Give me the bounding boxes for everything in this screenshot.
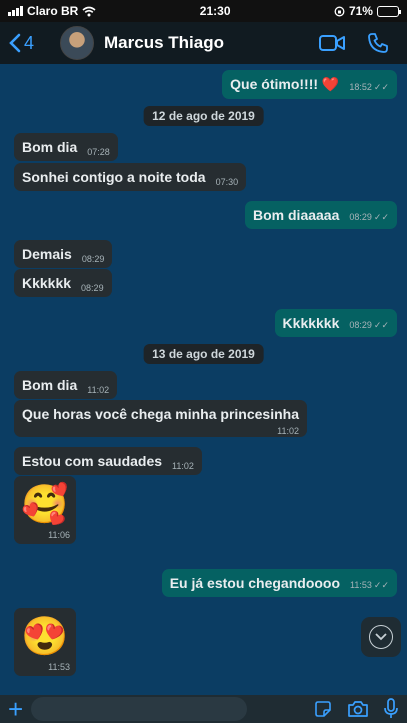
message-bubble-incoming[interactable]: Demais 08:29 bbox=[14, 240, 113, 268]
message-bubble-incoming[interactable]: Estou com saudades 11:02 bbox=[14, 447, 202, 475]
header-actions bbox=[319, 32, 389, 54]
plus-icon[interactable]: + bbox=[8, 696, 23, 722]
status-bar: Claro BR 21:30 71% bbox=[0, 0, 407, 22]
message-input-wrap bbox=[31, 697, 339, 721]
emoji-heart-eyes: 😍 bbox=[21, 616, 69, 658]
message-bubble-incoming[interactable]: Kkkkkk 08:29 bbox=[14, 269, 112, 297]
clock: 21:30 bbox=[199, 4, 231, 18]
signal-icon bbox=[8, 6, 23, 16]
message-text: Sonhei contigo a noite toda bbox=[22, 169, 206, 185]
message-time: 07:28 bbox=[87, 147, 110, 157]
unread-count: 4 bbox=[24, 32, 35, 53]
message-time: 08:29 bbox=[81, 283, 104, 293]
microphone-icon[interactable] bbox=[383, 698, 399, 720]
message-time: 18:52 bbox=[349, 82, 372, 92]
message-text: Que horas você chega minha princesinha bbox=[22, 406, 299, 422]
message-time: 08:29 bbox=[349, 320, 372, 330]
message-time: 08:29 bbox=[349, 212, 372, 222]
back-button[interactable]: 4 bbox=[8, 33, 34, 54]
phone-call-icon[interactable] bbox=[367, 32, 389, 54]
message-time: 11:53 bbox=[48, 662, 70, 672]
status-right: 71% bbox=[334, 4, 401, 18]
composer-bar: + bbox=[0, 695, 407, 723]
carrier-label: Claro BR bbox=[27, 4, 79, 18]
status-left: Claro BR bbox=[8, 4, 96, 18]
message-text: Bom diaaaaa bbox=[253, 207, 340, 223]
sticker-icon[interactable] bbox=[315, 701, 331, 717]
message-bubble-incoming[interactable]: Bom dia 07:28 bbox=[14, 133, 118, 161]
message-text: Bom dia bbox=[22, 377, 78, 393]
message-text: Bom dia bbox=[22, 139, 78, 155]
chevron-down-icon bbox=[369, 625, 393, 649]
message-time: 11:53 bbox=[350, 580, 372, 590]
read-receipt-icon: ✓✓ bbox=[373, 82, 389, 92]
message-bubble-incoming[interactable]: 🥰 11:06 bbox=[14, 476, 76, 544]
message-bubble-outgoing[interactable]: Bom diaaaaa 08:29 ✓✓ bbox=[245, 201, 397, 229]
video-call-icon[interactable] bbox=[319, 34, 345, 52]
message-time: 11:02 bbox=[172, 461, 194, 471]
message-time: 11:06 bbox=[48, 530, 70, 540]
date-separator: 12 de ago de 2019 bbox=[143, 106, 264, 126]
message-bubble-incoming[interactable]: Sonhei contigo a noite toda 07:30 bbox=[14, 163, 247, 191]
message-text: Kkkkkkk bbox=[282, 315, 340, 331]
message-bubble-incoming[interactable]: 😍 11:53 bbox=[14, 608, 76, 676]
message-bubble-incoming[interactable]: Bom dia 11:02 bbox=[14, 371, 118, 399]
emoji-smiling-hearts: 🥰 bbox=[21, 484, 69, 526]
wifi-icon bbox=[82, 6, 96, 16]
message-text: Que ótimo!!!! ❤️ bbox=[230, 76, 340, 92]
message-time: 08:29 bbox=[81, 254, 105, 264]
message-bubble-outgoing[interactable]: Kkkkkkk 08:29 ✓✓ bbox=[274, 309, 397, 337]
message-text: Estou com saudades bbox=[22, 453, 163, 469]
read-receipt-icon: ✓✓ bbox=[373, 580, 389, 590]
chevron-left-icon bbox=[9, 33, 21, 53]
message-text: Demais bbox=[22, 246, 72, 262]
message-bubble-incoming[interactable]: Que horas você chega minha princesinha 1… bbox=[14, 400, 307, 437]
message-bubble-outgoing[interactable]: Eu já estou chegandoooo 11:53 ✓✓ bbox=[161, 569, 397, 597]
battery-icon bbox=[376, 5, 401, 17]
message-text: Eu já estou chegandoooo bbox=[169, 575, 341, 591]
message-time: 11:02 bbox=[87, 385, 110, 395]
chat-area[interactable]: Que ótimo!!!! ❤️ 18:52 ✓✓ 12 de ago de 20… bbox=[0, 64, 407, 695]
date-separator: 13 de ago de 2019 bbox=[143, 344, 264, 364]
message-time: 11:02 bbox=[277, 426, 299, 436]
battery-percent: 71% bbox=[348, 4, 373, 18]
avatar[interactable] bbox=[60, 26, 95, 60]
message-input[interactable] bbox=[31, 697, 248, 721]
orientation-lock-icon bbox=[334, 6, 345, 16]
contact-name[interactable]: Marcus Thiago bbox=[104, 33, 319, 53]
message-text: Kkkkkk bbox=[22, 275, 72, 291]
message-time: 07:30 bbox=[215, 177, 239, 187]
composer-actions bbox=[347, 698, 399, 720]
read-receipt-icon: ✓✓ bbox=[373, 212, 389, 222]
message-bubble-outgoing[interactable]: Que ótimo!!!! ❤️ 18:52 ✓✓ bbox=[222, 70, 397, 99]
camera-icon[interactable] bbox=[347, 700, 369, 718]
read-receipt-icon: ✓✓ bbox=[373, 320, 389, 330]
chat-header: 4 Marcus Thiago bbox=[0, 22, 407, 64]
scroll-to-bottom-button[interactable] bbox=[361, 617, 401, 657]
